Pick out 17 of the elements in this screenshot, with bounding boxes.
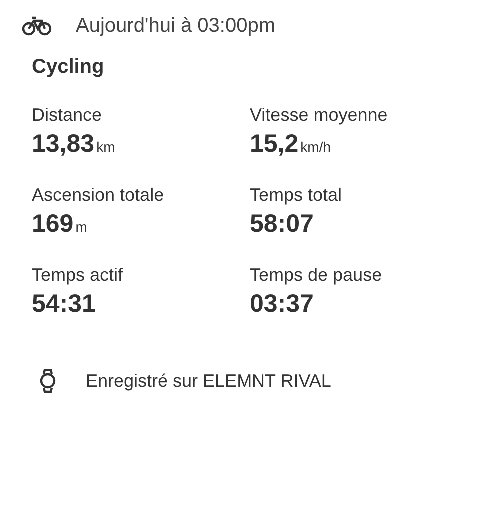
stat-value: 13,83 km (32, 130, 116, 159)
stat-label: Temps actif (32, 265, 124, 286)
stat-label: Ascension totale (32, 185, 166, 206)
activity-title: Cycling (32, 56, 106, 79)
stat-label: Vitesse moyenne (250, 105, 389, 126)
watch-icon (40, 369, 56, 393)
stat-label: Temps de pause (250, 265, 384, 286)
stat-label: Temps total (250, 185, 344, 206)
stat-value: 58:07 (250, 210, 315, 239)
stat-value: 54:31 (32, 290, 97, 319)
stat-label: Distance (32, 105, 104, 126)
stat-value: 03:37 (250, 290, 315, 319)
activity-date: Aujourd'hui à 03:00pm (76, 14, 276, 38)
stat-value: 169 m (32, 210, 88, 239)
bicycle-icon (22, 16, 52, 36)
device-text: Enregistré sur ELEMNT RIVAL (86, 370, 332, 392)
stat-value: 15,2 km/h (250, 130, 332, 159)
